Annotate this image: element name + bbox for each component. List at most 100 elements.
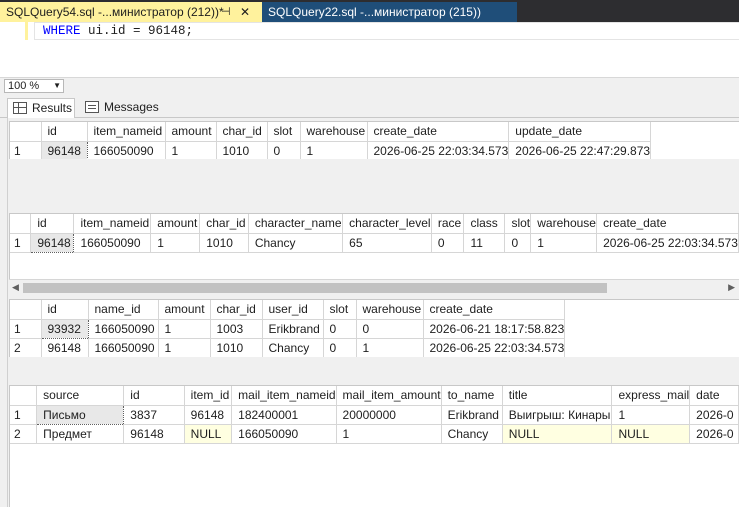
grid-cell[interactable]: 0 [323, 319, 357, 339]
grid-cell[interactable]: 96148 [123, 424, 185, 444]
grid-cell[interactable]: 1010 [216, 141, 268, 159]
grid-cell[interactable]: 0 [431, 233, 465, 253]
column-header[interactable]: race [431, 214, 465, 234]
grid-cell[interactable]: 1 [158, 319, 211, 339]
column-header[interactable]: class [463, 214, 506, 234]
grid-cell[interactable]: 96148 [184, 405, 233, 425]
column-header[interactable]: item_nameid [87, 122, 166, 142]
column-header[interactable]: date [689, 386, 739, 406]
grid-cell-null[interactable]: NULL [502, 424, 613, 444]
column-header[interactable]: char_id [199, 214, 249, 234]
row-number[interactable]: 1 [10, 319, 42, 339]
result-grid-4[interactable]: source id item_id mail_item_nameid mail_… [9, 385, 739, 507]
column-header[interactable]: character_name [248, 214, 344, 234]
horizontal-scrollbar[interactable]: ◀ ▶ [9, 279, 739, 295]
grid-cell[interactable]: Письмо [36, 404, 125, 425]
grid-cell[interactable]: 1 [336, 424, 442, 444]
column-header[interactable]: to_name [441, 386, 503, 406]
column-header[interactable]: mail_item_nameid [231, 386, 337, 406]
grid-cell[interactable]: 2026-06-25 22:47:29.873 [508, 141, 652, 159]
scroll-right-icon[interactable]: ▶ [728, 282, 735, 293]
column-header[interactable]: slot [323, 300, 357, 320]
grid-cell[interactable]: 1 [356, 338, 424, 357]
grid-cell[interactable]: 1 [300, 141, 368, 159]
tab-sqlquery22[interactable]: SQLQuery22.sql -...министратор (215)) [262, 2, 517, 22]
column-header[interactable]: char_id [210, 300, 263, 320]
column-header[interactable]: express_mail [611, 386, 691, 406]
column-header[interactable]: amount [165, 122, 217, 142]
result-grid-1[interactable]: id item_nameid amount char_id slot wareh… [9, 121, 739, 159]
column-header[interactable]: id [123, 386, 185, 406]
column-header[interactable]: char_id [216, 122, 268, 142]
column-header[interactable]: amount [158, 300, 211, 320]
zoom-dropdown[interactable]: 100 % ▼ [4, 79, 64, 93]
table-row[interactable]: 1 93932 166050090 1 1003 Erikbrand 0 0 2… [10, 318, 566, 339]
row-number[interactable]: 2 [10, 424, 38, 444]
query-editor[interactable]: WHERE ui.id = 96148; [0, 22, 739, 77]
grid-cell[interactable]: 166050090 [73, 233, 152, 253]
grid-cell[interactable]: Выигрыш: Кинары [502, 405, 613, 425]
tab-sqlquery54[interactable]: SQLQuery54.sql -...министратор (212))* ⊣… [0, 2, 262, 22]
grid-cell[interactable]: 166050090 [88, 319, 159, 339]
grid-cell[interactable]: 1010 [199, 233, 249, 253]
column-header[interactable]: amount [150, 214, 201, 234]
pin-icon[interactable]: ⊣ [221, 2, 231, 22]
close-icon[interactable]: ✕ [240, 2, 250, 22]
grid-cell[interactable]: 0 [504, 233, 532, 253]
grid-cell[interactable]: 1 [530, 233, 598, 253]
grid-cell[interactable]: 96148 [41, 338, 89, 357]
table-row[interactable]: 1 96148 166050090 1 1010 Chancy 65 0 11 … [10, 232, 739, 253]
column-header[interactable]: item_id [184, 386, 233, 406]
column-header[interactable]: slot [267, 122, 301, 142]
grid-cell[interactable]: 1003 [210, 319, 263, 339]
column-header[interactable]: name_id [88, 300, 159, 320]
scroll-left-icon[interactable]: ◀ [12, 282, 19, 293]
grid-cell[interactable]: 2026-0 [689, 405, 739, 425]
table-row[interactable]: 1 Письмо 3837 96148 182400001 20000000 E… [10, 404, 739, 425]
grid-cell[interactable]: 3837 [123, 405, 185, 425]
column-header[interactable]: user_id [262, 300, 324, 320]
column-header[interactable]: character_level [342, 214, 432, 234]
column-header[interactable]: update_date [508, 122, 652, 142]
grid-cell[interactable]: 2026-06-25 22:03:34.573 [367, 141, 510, 159]
grid-cell[interactable]: Chancy [441, 424, 503, 444]
grid-cell[interactable]: 1 [165, 141, 217, 159]
grid-cell[interactable]: 1 [611, 405, 691, 425]
tab-results[interactable]: Results [7, 98, 75, 118]
result-grid-3[interactable]: id name_id amount char_id user_id slot w… [9, 299, 739, 357]
scrollbar-thumb[interactable] [23, 283, 607, 293]
grid-cell[interactable]: 2026-06-25 22:03:34.573 [423, 338, 566, 357]
grid-cell[interactable]: 93932 [40, 318, 89, 339]
grid-cell[interactable]: 166050090 [87, 141, 166, 159]
grid-cell[interactable]: 0 [267, 141, 301, 159]
grid-cell[interactable]: Erikbrand [262, 319, 324, 339]
grid-cell[interactable]: 166050090 [88, 338, 159, 357]
column-header[interactable]: id [41, 300, 89, 320]
grid-cell[interactable]: 11 [463, 233, 506, 253]
tab-messages[interactable]: Messages [80, 98, 159, 118]
current-code-line[interactable]: WHERE ui.id = 96148; [34, 22, 739, 40]
grid-cell[interactable]: 0 [356, 319, 424, 339]
table-row[interactable]: 2 Предмет 96148 NULL 166050090 1 Chancy … [10, 424, 739, 444]
column-header[interactable]: warehouse [530, 214, 598, 234]
grid-cell[interactable]: 1010 [210, 338, 263, 357]
column-header[interactable]: create_date [423, 300, 566, 320]
grid-cell[interactable]: 2026-06-25 22:03:34.573 [596, 233, 739, 253]
row-number[interactable]: 1 [10, 141, 42, 159]
column-header[interactable]: warehouse [300, 122, 368, 142]
grid-cell[interactable]: 20000000 [336, 405, 442, 425]
column-header[interactable]: create_date [596, 214, 739, 234]
grid-cell[interactable]: Предмет [36, 424, 125, 444]
grid-cell[interactable]: 1 [158, 338, 211, 357]
grid-cell[interactable]: Chancy [262, 338, 324, 357]
grid-cell[interactable]: 96148 [40, 140, 88, 159]
column-header[interactable]: mail_item_amount [336, 386, 442, 406]
column-header[interactable]: create_date [367, 122, 510, 142]
grid-cell[interactable]: 65 [342, 233, 432, 253]
grid-cell[interactable]: 2026-06-21 18:17:58.823 [423, 319, 566, 339]
grid-cell[interactable]: Chancy [248, 233, 344, 253]
grid-cell-null[interactable]: NULL [611, 424, 691, 444]
column-header[interactable]: id [41, 122, 88, 142]
column-header[interactable]: title [502, 386, 613, 406]
column-header[interactable]: id [30, 214, 75, 234]
